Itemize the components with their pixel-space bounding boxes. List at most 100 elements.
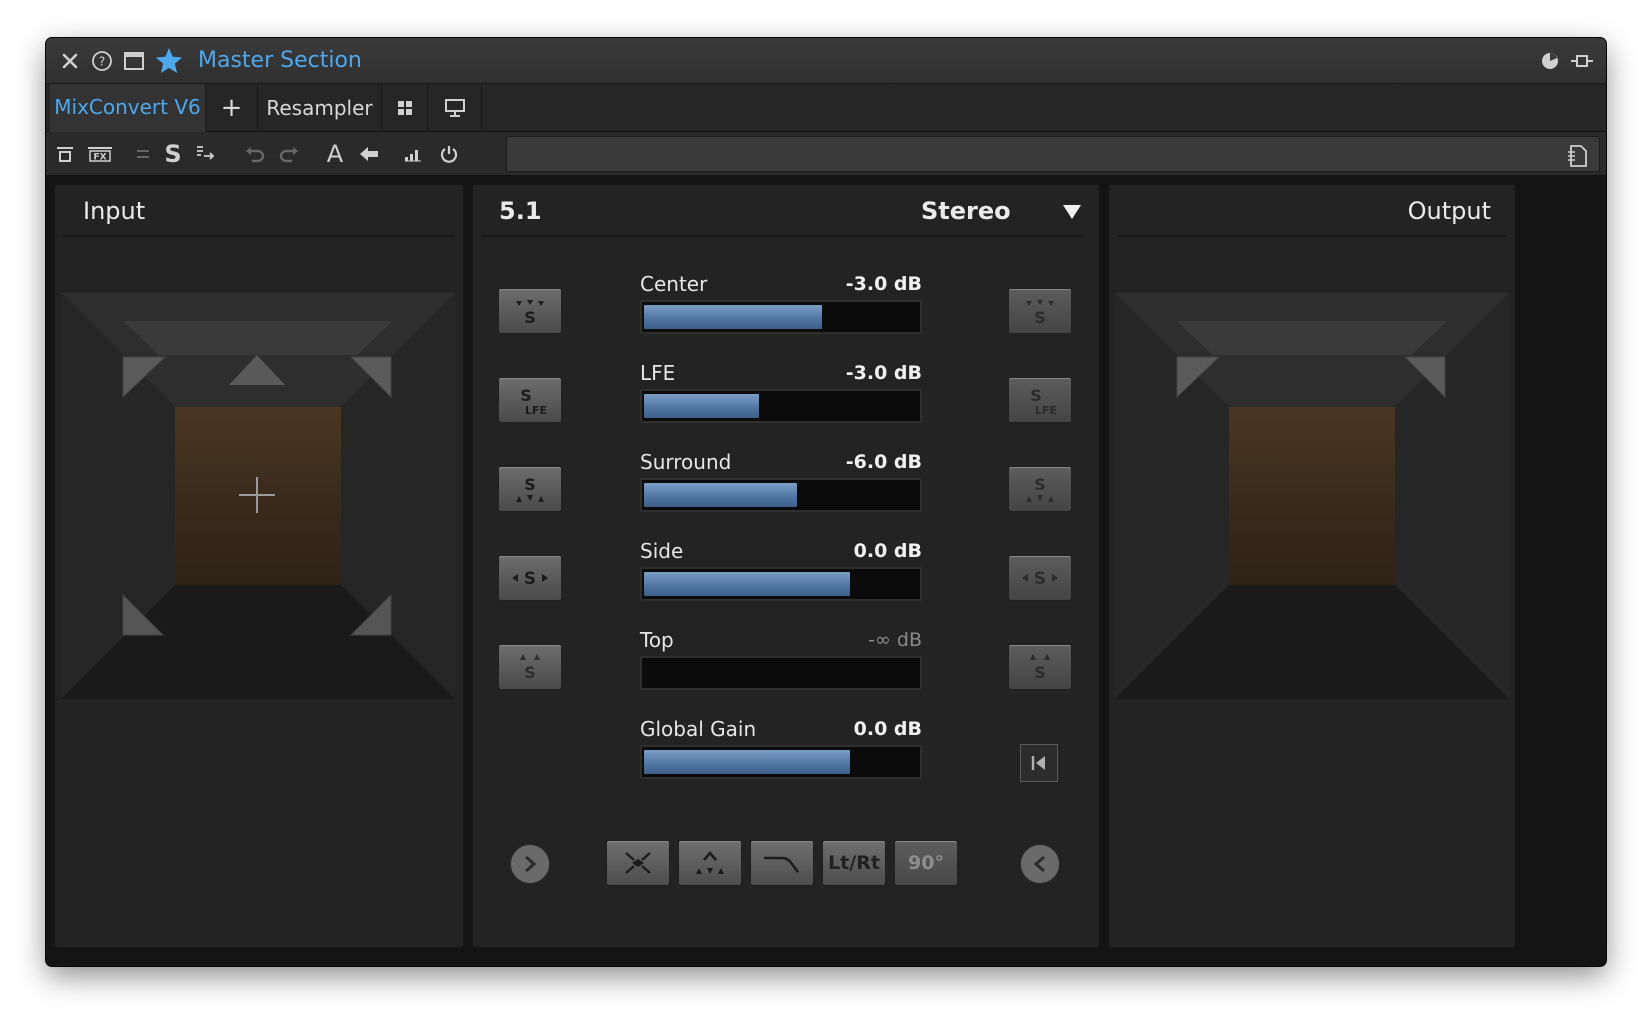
lfe-speaker-icon: SLFE [1030,386,1057,417]
toolbar: FX S A [46,132,1606,176]
side-input-button[interactable]: S [498,555,562,601]
meter-button[interactable] [398,140,428,168]
svg-text:S: S [524,569,536,589]
tab-label: Resampler [266,96,373,120]
surround-speaker-icon: S [516,475,544,502]
lfe-output-button[interactable]: S LFE [1008,377,1072,423]
dropdown-arrow-icon[interactable] [1063,205,1081,219]
phase-90-button[interactable]: 90° [894,840,958,886]
preset-icon[interactable] [1567,143,1589,167]
channel-value: -∞ dB [868,629,922,651]
equals-icon [137,150,149,158]
top-speakers-button[interactable] [678,840,742,886]
undo-icon [246,147,265,163]
tab-bar: MixConvert V6 + Resampler [46,84,1606,132]
power-icon [440,146,458,163]
slider-fill [644,750,850,774]
surround-input-button[interactable]: S [498,466,562,512]
input-room-view[interactable] [61,293,455,699]
slider-fill [644,572,850,596]
target-format-dropdown[interactable]: Stereo [921,197,1011,225]
surround-level-slider[interactable] [640,478,922,512]
preset-field[interactable] [506,136,1600,172]
pie-icon[interactable] [1536,47,1564,75]
top-speaker-icon: S [520,654,540,682]
svg-text:S: S [524,475,536,494]
pin-icon[interactable] [1568,47,1596,75]
top-level-slider[interactable] [640,656,922,690]
redo-button[interactable] [274,140,304,168]
grid-view-button[interactable] [382,84,428,132]
ltrt-button[interactable]: Lt/Rt [822,840,886,886]
center-level-slider[interactable] [640,300,922,334]
top-output-button[interactable]: S [1008,644,1072,690]
top-speaker-icon: S [1030,654,1050,682]
output-title: Output [1407,197,1491,225]
center-input-button[interactable]: S [498,288,562,334]
reset-button[interactable] [1020,744,1058,782]
svg-text:S: S [1034,475,1046,494]
svg-text:S: S [1030,386,1042,405]
svg-text:S: S [1034,569,1046,589]
expand-left-button[interactable] [1020,844,1060,884]
channel-value: -6.0 dB [845,451,922,473]
side-speaker-icon: S [1022,569,1058,589]
back-button[interactable] [354,140,384,168]
fx-button[interactable]: FX [82,140,118,168]
side-level-slider[interactable] [640,567,922,601]
skip-back-icon [1031,756,1045,770]
chevron-right-icon [525,855,537,873]
channel-value: 0.0 dB [853,718,922,740]
window-icon[interactable] [120,47,148,75]
plus-icon: + [220,93,243,123]
svg-text:FX: FX [93,153,106,163]
power-button[interactable] [434,140,464,168]
center-speaker-icon: S [1026,300,1054,327]
a-icon: A [326,140,344,168]
svg-text:LFE: LFE [1035,404,1057,417]
expand-right-button[interactable] [510,844,550,884]
redo-icon [279,147,298,163]
monitor-button[interactable] [428,84,482,132]
automation-button[interactable]: A [320,140,350,168]
global-gain-slider[interactable] [640,745,922,779]
slider-fill [644,305,823,329]
curve-icon [764,856,800,873]
lfe-level-slider[interactable] [640,389,922,423]
channel-value: -3.0 dB [845,273,922,295]
ltrt-label: Lt/Rt [828,852,880,874]
svg-text:?: ? [99,55,105,69]
spread-icon [625,852,651,874]
star-icon[interactable] [152,47,186,75]
undo-button[interactable] [240,140,270,168]
center-output-button[interactable]: S [1008,288,1072,334]
add-tab-button[interactable]: + [206,84,258,132]
chevron-left-icon [1033,855,1045,873]
routing-button[interactable] [190,140,220,168]
curve-button[interactable] [750,840,814,886]
s-button[interactable]: S [158,140,188,168]
spread-button[interactable] [606,840,670,886]
side-output-button[interactable]: S [1008,555,1072,601]
surround-output-button[interactable]: S [1008,466,1072,512]
svg-text:S: S [524,663,536,682]
tab-mixconvert[interactable]: MixConvert V6 [50,84,206,132]
help-icon[interactable]: ? [88,47,116,75]
bypass-insert-button[interactable] [50,140,80,168]
link-button[interactable] [128,140,158,168]
phase-90-label: 90° [908,852,944,874]
lfe-input-button[interactable]: S LFE [498,377,562,423]
channel-label: LFE [640,361,676,385]
top-input-button[interactable]: S [498,644,562,690]
source-format: 5.1 [499,197,542,225]
close-icon[interactable] [56,47,84,75]
mix-panel-header: 5.1 Stereo [481,185,1085,237]
monitor-icon [444,99,465,117]
output-room-view[interactable] [1115,293,1509,699]
tab-resampler[interactable]: Resampler [258,84,382,132]
window-title: Master Section [198,48,362,73]
lfe-speaker-icon: SLFE [520,386,547,417]
top-speakers-icon [696,851,724,874]
channel-label: Surround [640,450,732,474]
svg-text:S: S [524,308,536,327]
